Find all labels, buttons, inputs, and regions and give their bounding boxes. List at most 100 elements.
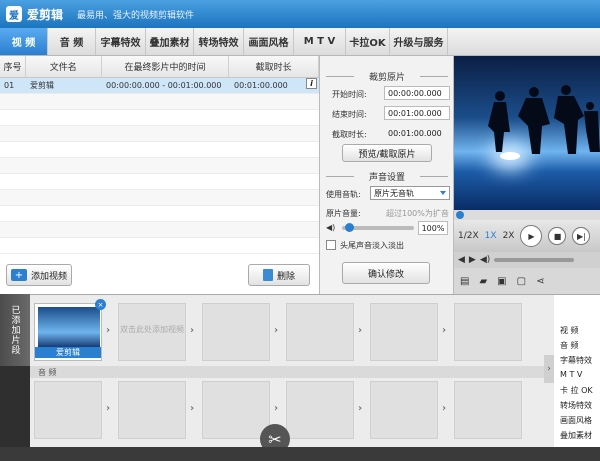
- tab-upgrade-service[interactable]: 升级与服务: [390, 28, 448, 55]
- row-filename: 爱剪辑: [30, 81, 54, 90]
- trim-section-title: 裁剪原片: [326, 70, 448, 83]
- snapshot-icon[interactable]: ▢: [517, 276, 526, 287]
- col-final-time[interactable]: 在最终影片中的时间: [102, 56, 230, 77]
- start-time-label: 开始时间:: [332, 90, 367, 99]
- volume-slider[interactable]: [342, 223, 414, 232]
- arrow-right-icon: ›: [358, 325, 363, 336]
- timeline-clip[interactable]: 爱剪辑 ×: [34, 299, 106, 361]
- table-row: [0, 126, 319, 142]
- audio-track-label: 音 频: [30, 366, 554, 378]
- table-row: [0, 222, 319, 238]
- summary-item-video[interactable]: 视 频: [560, 325, 579, 336]
- add-video-hint: 双击此处添加视频: [120, 325, 184, 334]
- save-icon[interactable]: ▣: [497, 276, 506, 287]
- tab-picture-style[interactable]: 画面风格: [244, 28, 294, 55]
- table-row: [0, 94, 319, 110]
- next-frame-icon[interactable]: ▶|: [572, 227, 591, 245]
- player-controls: 1/2X 1X 2X ▶ ■ ▶|: [454, 220, 600, 252]
- delete-button[interactable]: 删除: [248, 264, 310, 286]
- volume-value[interactable]: 100%: [418, 221, 448, 235]
- summary-item-karaoke[interactable]: 卡 拉 OK: [560, 385, 593, 396]
- empty-clip-slot[interactable]: [370, 303, 438, 361]
- share-icon[interactable]: ⋖: [536, 276, 544, 287]
- tab-mtv[interactable]: M T V: [294, 28, 346, 55]
- empty-clip-slot[interactable]: 双击此处添加视频: [118, 303, 186, 361]
- volume-slider-knob[interactable]: [345, 223, 355, 232]
- col-index[interactable]: 序号: [0, 56, 26, 77]
- app-slogan: 最易用、强大的视频剪辑软件: [77, 10, 195, 21]
- tab-transition-effects[interactable]: 转场特效: [194, 28, 244, 55]
- arrow-right-icon: ›: [190, 403, 195, 414]
- audio-slot[interactable]: [202, 381, 270, 439]
- video-preview-player: 1/2X 1X 2X ▶ ■ ▶| ◀ ▶ ◀) ▤ ▰ ▣ ▢ ⋖: [454, 56, 600, 294]
- audio-slot[interactable]: [286, 381, 354, 439]
- expand-panel-toggle[interactable]: ›: [544, 355, 554, 383]
- arrow-right-icon: ›: [358, 403, 363, 414]
- end-time-field[interactable]: 00:01:00.000: [384, 106, 450, 120]
- summary-item-style[interactable]: 画面风格: [560, 415, 592, 426]
- seek-knob[interactable]: [456, 211, 464, 219]
- table-row: [0, 110, 319, 126]
- table-row: [0, 142, 319, 158]
- arrow-right-icon: ›: [190, 325, 195, 336]
- stop-icon[interactable]: ■: [548, 227, 567, 245]
- info-icon[interactable]: i: [306, 78, 317, 89]
- added-clips-tab[interactable]: 已添加片段: [0, 294, 30, 366]
- speaker-icon[interactable]: ◀): [480, 255, 490, 265]
- player-volume-slider[interactable]: [494, 258, 575, 262]
- tab-karaoke[interactable]: 卡拉OK: [346, 28, 390, 55]
- tab-subtitle-effects[interactable]: 字幕特效: [96, 28, 146, 55]
- prev-clip-icon[interactable]: ◀: [458, 255, 465, 265]
- table-row: [0, 190, 319, 206]
- confirm-button[interactable]: 确认修改: [342, 262, 430, 284]
- empty-clip-slot[interactable]: [286, 303, 354, 361]
- empty-clip-slot[interactable]: [202, 303, 270, 361]
- summary-item-overlay[interactable]: 叠加素材: [560, 430, 592, 441]
- title-bar: 爱 爱剪辑 最易用、强大的视频剪辑软件: [0, 0, 600, 28]
- table-row: [0, 238, 319, 254]
- start-time-field[interactable]: 00:00:00.000: [384, 86, 450, 100]
- seek-bar[interactable]: [454, 210, 600, 220]
- summary-item-transition[interactable]: 转场特效: [560, 400, 592, 411]
- clip-settings-panel: 裁剪原片 开始时间: 00:00:00.000 结束时间: 00:01:00.0…: [320, 56, 454, 294]
- speed-half-button[interactable]: 1/2X: [458, 231, 479, 241]
- duration-label: 截取时长:: [332, 130, 367, 139]
- audio-slot[interactable]: [34, 381, 102, 439]
- col-filename[interactable]: 文件名: [26, 56, 102, 77]
- video-frame: [454, 56, 600, 210]
- play-icon[interactable]: ▶: [520, 225, 543, 247]
- volume-hint: 超过100%为扩音: [386, 209, 449, 218]
- arrow-right-icon: ›: [442, 403, 447, 414]
- delete-label: 删除: [276, 271, 295, 282]
- audio-slot[interactable]: [370, 381, 438, 439]
- fade-checkbox[interactable]: [326, 240, 336, 250]
- open-folder-icon[interactable]: ▰: [479, 276, 487, 287]
- empty-clip-slot[interactable]: [454, 303, 522, 361]
- main-tab-bar: 视 频 音 频 字幕特效 叠加素材 转场特效 画面风格 M T V 卡拉OK 升…: [0, 28, 600, 56]
- tab-overlay-material[interactable]: 叠加素材: [146, 28, 194, 55]
- summary-item-mtv[interactable]: M T V: [560, 370, 582, 379]
- audio-track-select[interactable]: 原片无音轨: [370, 186, 450, 200]
- close-icon[interactable]: ×: [95, 299, 106, 310]
- chevron-down-icon: [440, 191, 446, 195]
- audio-slot[interactable]: [118, 381, 186, 439]
- clip-table-body: 01 爱剪辑 00:00:00.000 - 00:01:00.000 00:01…: [0, 78, 319, 254]
- table-row[interactable]: 01 爱剪辑 00:00:00.000 - 00:01:00.000 00:01…: [0, 78, 319, 94]
- summary-item-subtitle[interactable]: 字幕特效: [560, 355, 592, 366]
- col-duration[interactable]: 截取时长: [229, 56, 319, 77]
- export-icon[interactable]: ▤: [460, 276, 469, 287]
- table-row: [0, 174, 319, 190]
- speed-1x-button[interactable]: 1X: [485, 231, 497, 241]
- speed-2x-button[interactable]: 2X: [503, 231, 515, 241]
- timeline-panel: 爱剪辑 × › 双击此处添加视频 › › › › 音 频 › › › › ›: [30, 294, 554, 447]
- next-clip-icon[interactable]: ▶: [469, 255, 476, 265]
- arrow-right-icon: ›: [274, 325, 279, 336]
- preview-trim-button[interactable]: 预览/截取原片: [342, 144, 432, 162]
- audio-slot[interactable]: [454, 381, 522, 439]
- tab-audio[interactable]: 音 频: [48, 28, 96, 55]
- summary-item-audio[interactable]: 音 频: [560, 340, 579, 351]
- clip-name-label: 爱剪辑: [35, 347, 101, 358]
- tab-video[interactable]: 视 频: [0, 28, 48, 55]
- row-time-range: 00:00:00.000 - 00:01:00.000: [106, 81, 222, 90]
- add-video-button[interactable]: + 添加视频: [6, 264, 72, 286]
